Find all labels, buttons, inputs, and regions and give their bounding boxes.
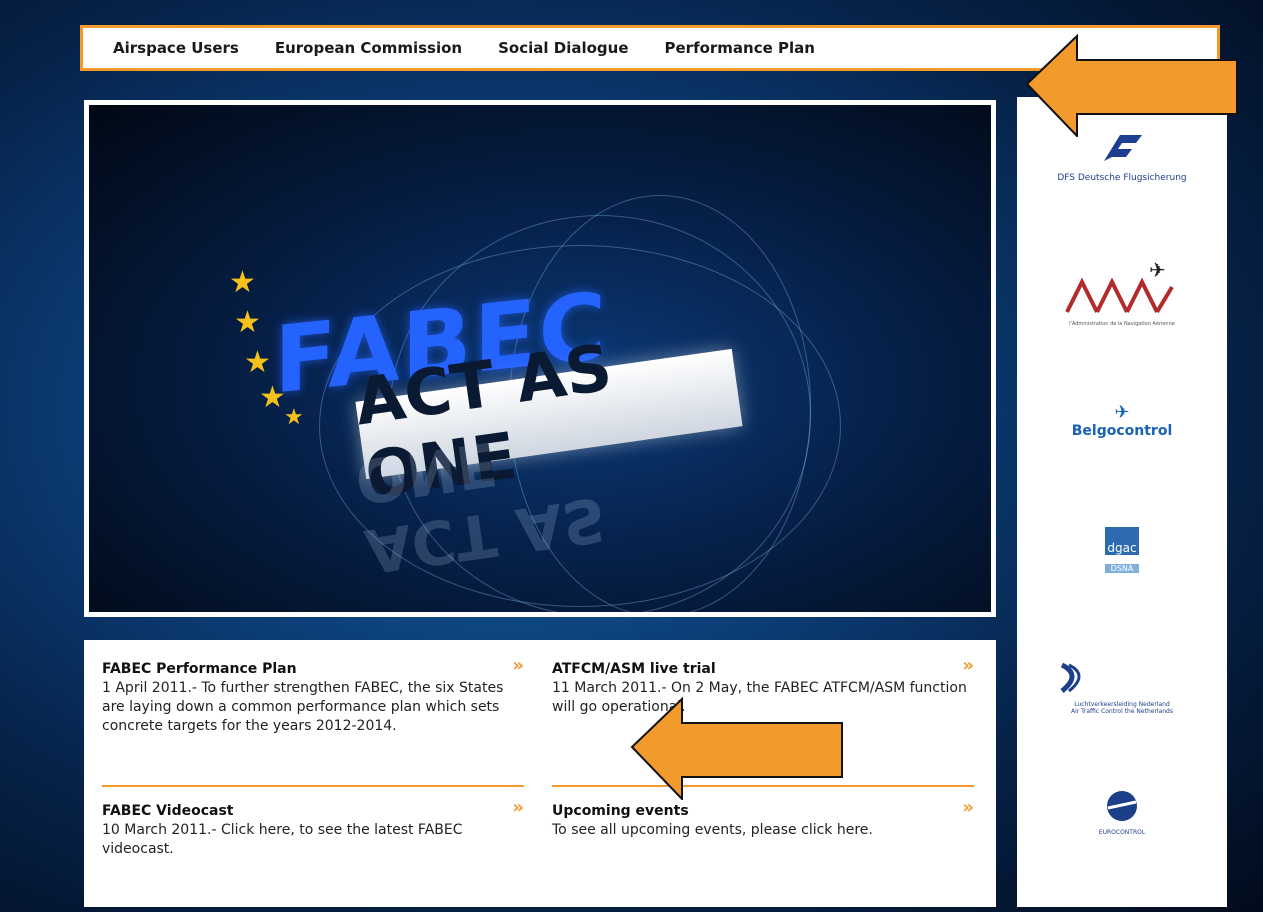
ana-logo[interactable]: ✈ l'Administration de la Navigation Aéri… <box>1017 257 1227 327</box>
lvnl-logo[interactable]: Luchtverkeersleiding Nederland Air Traff… <box>1017 657 1227 715</box>
annotation-arrow-icon <box>630 696 843 800</box>
hero-banner[interactable]: ★ ★ ★ ★ ★ FABEC ACT AS ONE ACT AS ONE <box>84 100 996 617</box>
dgac-logo[interactable]: dgac DSNA <box>1017 527 1227 575</box>
news-title[interactable]: FABEC Performance Plan <box>102 660 524 679</box>
news-item[interactable]: FABEC Performance Plan 1 April 2011.- To… <box>102 656 524 736</box>
dgac-logo-text: dgac <box>1107 541 1137 555</box>
dgac-logo-icon: dgac <box>1105 527 1139 555</box>
more-arrow-icon[interactable]: » <box>512 656 524 675</box>
belgocontrol-logo[interactable]: ✈ Belgocontrol <box>1017 402 1227 439</box>
news-title[interactable]: ATFCM/ASM live trial <box>552 660 974 679</box>
dfs-logo[interactable]: DFS Deutsche Flugsicherung <box>1017 129 1227 183</box>
partner-logos-sidebar: DFS Deutsche Flugsicherung ✈ l'Administr… <box>1017 97 1227 907</box>
news-text: 1 April 2011.- To further strengthen FAB… <box>102 680 504 734</box>
hero-video[interactable]: ★ ★ ★ ★ ★ FABEC ACT AS ONE ACT AS ONE <box>89 105 991 612</box>
annotation-arrow-icon <box>1025 33 1238 137</box>
news-title[interactable]: Upcoming events <box>552 802 974 821</box>
hero-slogan-reflection: ACT AS ONE <box>351 427 611 586</box>
belgocontrol-logo-icon: ✈ <box>1114 402 1130 423</box>
more-arrow-icon[interactable]: » <box>512 798 524 817</box>
news-text: 10 March 2011.- Click here, to see the l… <box>102 822 463 857</box>
lvnl-logo-subtext: Air Traffic Control the Netherlands <box>1070 708 1173 715</box>
dgac-dsna-label: DSNA <box>1105 564 1139 573</box>
news-text: To see all upcoming events, please click… <box>552 822 873 838</box>
news-item[interactable]: Upcoming events To see all upcoming even… <box>552 798 974 840</box>
nav-social-dialogue[interactable]: Social Dialogue <box>498 39 628 57</box>
eu-star-icon: ★ <box>244 345 271 380</box>
belgocontrol-logo-text: Belgocontrol <box>1071 423 1173 439</box>
lvnl-logo-text: Luchtverkeersleiding Nederland <box>1074 701 1170 708</box>
news-title[interactable]: FABEC Videocast <box>102 802 524 821</box>
news-item[interactable]: FABEC Videocast 10 March 2011.- Click he… <box>102 798 524 859</box>
more-arrow-icon[interactable]: » <box>962 798 974 817</box>
dfs-logo-text: DFS Deutsche Flugsicherung <box>1057 173 1187 183</box>
lvnl-logo-icon <box>1060 662 1081 693</box>
news-panel: FABEC Performance Plan 1 April 2011.- To… <box>84 640 996 907</box>
nav-performance-plan[interactable]: Performance Plan <box>665 39 815 57</box>
more-arrow-icon[interactable]: » <box>962 656 974 675</box>
svg-text:✈: ✈ <box>1149 258 1166 282</box>
eurocontrol-logo-text: EUROCONTROL <box>1098 829 1146 836</box>
ana-logo-icon: ✈ <box>1065 258 1174 314</box>
eurocontrol-logo-icon <box>1107 791 1137 821</box>
eu-star-icon: ★ <box>229 265 256 300</box>
nav-airspace-users[interactable]: Airspace Users <box>113 39 239 57</box>
nav-european-commission[interactable]: European Commission <box>275 39 462 57</box>
eurocontrol-logo[interactable]: EUROCONTROL <box>1017 787 1227 836</box>
ana-logo-text: l'Administration de la Navigation Aérien… <box>1069 321 1175 327</box>
eu-star-icon: ★ <box>234 305 261 340</box>
news-divider <box>102 785 524 787</box>
